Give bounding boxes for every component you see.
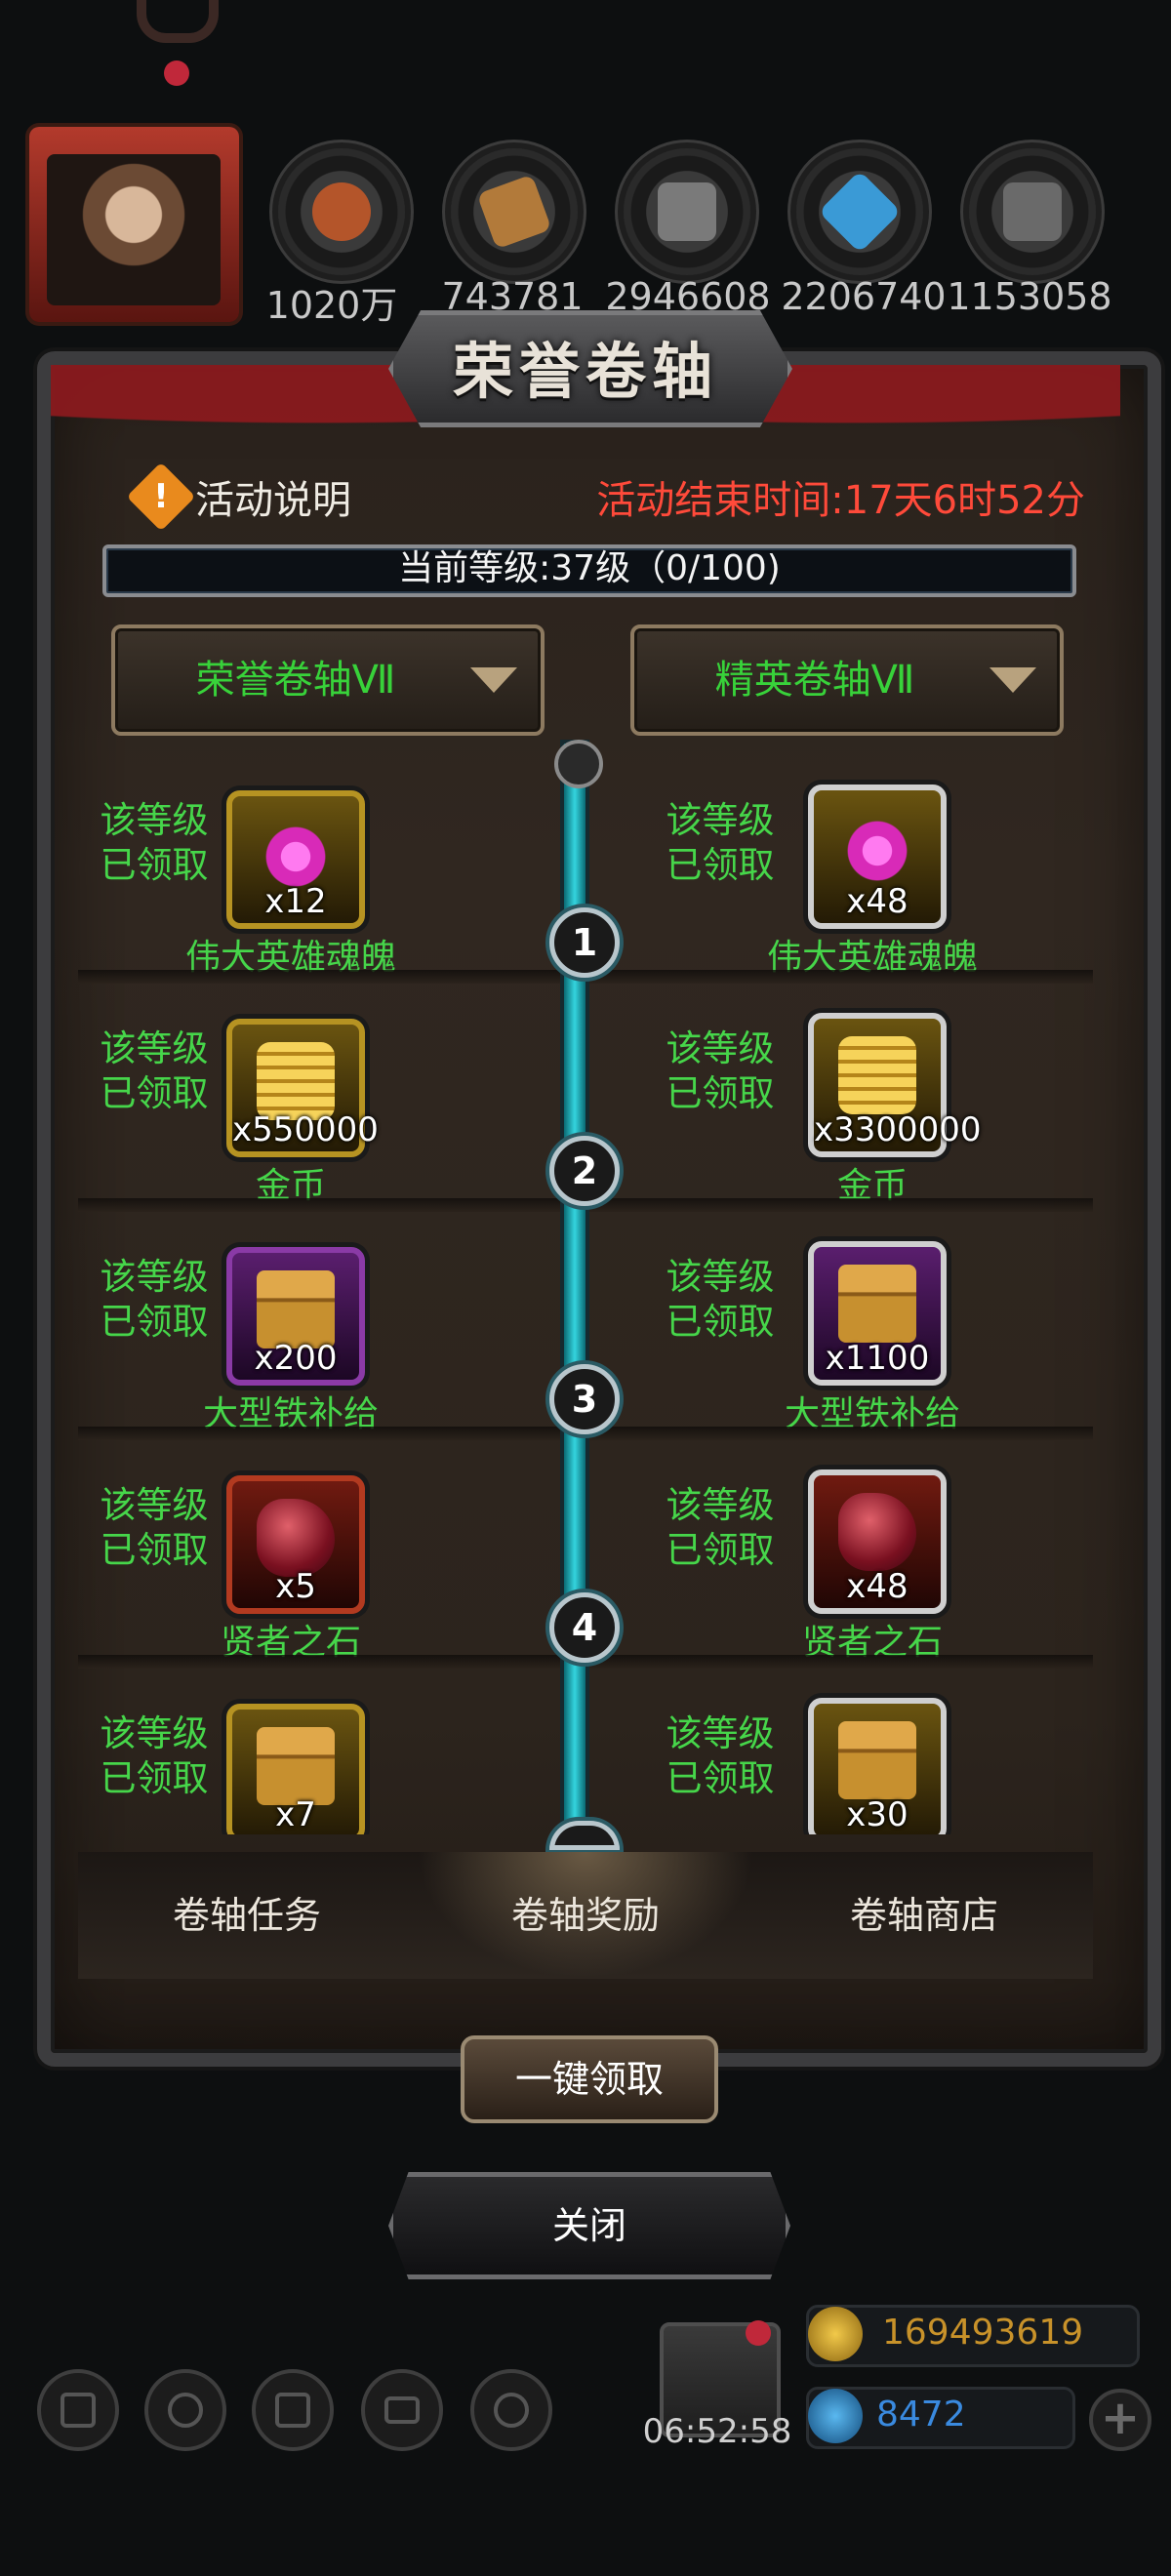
close-button[interactable]: 关闭 [388,2172,790,2279]
sage-stone-icon [838,1493,916,1571]
right-claimed-status: 该等级 已领取 [666,799,775,886]
right-scroll-dropdown[interactable]: 精英卷轴Ⅶ [630,624,1064,736]
right-reward-item[interactable]: x1100 [808,1241,947,1386]
chat-icon[interactable] [470,2369,552,2451]
tab-scroll-shop[interactable]: 卷轴商店 [755,1852,1093,1979]
item-count: x30 [846,1795,909,1834]
right-reward-item[interactable]: x30 [808,1698,947,1834]
crystal-value: 2206740 [781,275,947,318]
tab-scroll-tasks[interactable]: 卷轴任务 [78,1852,416,1979]
item-count: x3300000 [814,1110,982,1149]
gem-amount: 8472 [876,2395,966,2435]
panel-title: 荣誉卷轴 [452,336,718,407]
bottom-tab-bar: 卷轴任务 卷轴奖励 卷轴商店 [78,1852,1093,1979]
left-reward-item[interactable]: x5 [226,1475,365,1614]
level-node: 2 [549,1136,620,1206]
gold-icon [808,2307,863,2361]
left-reward-item[interactable]: x200 [226,1247,365,1386]
item-count: x5 [275,1567,316,1606]
steel-icon [1003,182,1062,241]
item-count: x1100 [825,1339,930,1378]
right-reward-item[interactable]: x48 [808,785,947,929]
left-reward-item[interactable]: x550000 [226,1019,379,1157]
soul-icon [257,814,335,892]
left-claimed-status: 该等级 已领取 [100,1027,209,1114]
meat-resource[interactable] [278,148,405,275]
app-logo-icon [137,0,219,43]
item-count: x48 [846,882,909,921]
gold-amount: 169493619 [882,2313,1084,2353]
level-node: 3 [549,1364,620,1434]
meat-icon [312,182,371,241]
gem-icon [808,2389,863,2443]
chest-icon [257,1727,335,1805]
right-reward-item[interactable]: x3300000 [808,1013,982,1157]
tab-scroll-rewards[interactable]: 卷轴奖励 [417,1852,754,1979]
sage-stone-icon [257,1499,335,1577]
right-reward-item[interactable]: x48 [808,1469,947,1614]
right-claimed-status: 该等级 已领取 [666,1712,775,1799]
right-dropdown-label: 精英卷轴Ⅶ [714,658,915,703]
item-count: x550000 [232,1110,379,1149]
left-claimed-status: 该等级 已领取 [100,1256,209,1343]
left-reward-item[interactable]: x12 [226,790,365,929]
iron-supply-chest-icon [838,1265,916,1343]
chevron-down-icon [989,667,1036,693]
warning-icon[interactable]: ! [126,462,196,532]
item-count: x7 [275,1795,316,1834]
steel-value: 1153058 [947,275,1112,318]
left-claimed-status: 该等级 已领取 [100,1484,209,1571]
soul-icon [838,808,916,886]
gift-timer: 06:52:58 [642,2412,792,2451]
reward-list[interactable]: 该等级 已领取 x12 伟大英雄魂魄 该等级 已领取 x48 伟大英雄魂魄 该等级已… [78,742,1093,1834]
reward-row: 该等级 已领取 x7 该等级 已领取 x30 [78,1655,1093,1834]
crystal-resource[interactable] [796,148,923,275]
chevron-down-icon [470,667,517,693]
item-count: x200 [254,1339,338,1378]
left-claimed-status: 该等级 已领取 [100,799,209,886]
player-avatar[interactable] [29,127,239,322]
meat-value: 1020万 [265,284,398,327]
wood-icon [476,174,552,250]
iron-supply-chest-icon [257,1270,335,1348]
rank-icon[interactable] [144,2369,226,2451]
track-cap [554,740,603,788]
chest-icon [838,1721,916,1799]
right-claimed-status: 该等级 已领取 [666,1256,775,1343]
left-reward-item[interactable]: x7 [226,1704,365,1834]
claim-all-button[interactable]: 一键领取 [461,2035,718,2123]
right-claimed-status: 该等级 已领取 [666,1484,775,1571]
wood-resource[interactable] [451,148,578,275]
activity-end-time: 活动结束时间:17天6时52分 [596,478,1085,523]
right-claimed-status: 该等级 已领取 [666,1027,775,1114]
item-count: x12 [264,882,327,921]
level-progress-text: 当前等级:37级（0/100) [398,548,781,588]
crystal-icon [818,170,902,254]
level-node: 1 [549,907,620,978]
notification-dot [746,2320,771,2346]
left-dropdown-label: 荣誉卷轴Ⅶ [195,658,396,703]
left-claimed-status: 该等级 已领取 [100,1712,209,1799]
activity-info-link[interactable]: 活动说明 [195,468,351,525]
iron-resource[interactable] [624,148,750,275]
alliance-icon[interactable] [252,2369,334,2451]
level-node: 4 [549,1592,620,1663]
settings-icon[interactable] [37,2369,119,2451]
gold-coin-icon [257,1042,335,1120]
steel-resource[interactable] [969,148,1096,275]
add-gems-button[interactable]: + [1089,2389,1151,2451]
mail-icon[interactable] [361,2369,443,2451]
notification-dot [164,60,189,86]
iron-icon [658,182,716,241]
gold-coin-icon [838,1036,916,1114]
left-scroll-dropdown[interactable]: 荣誉卷轴Ⅶ [111,624,545,736]
avatar-portrait [47,154,221,305]
item-count: x48 [846,1567,909,1606]
